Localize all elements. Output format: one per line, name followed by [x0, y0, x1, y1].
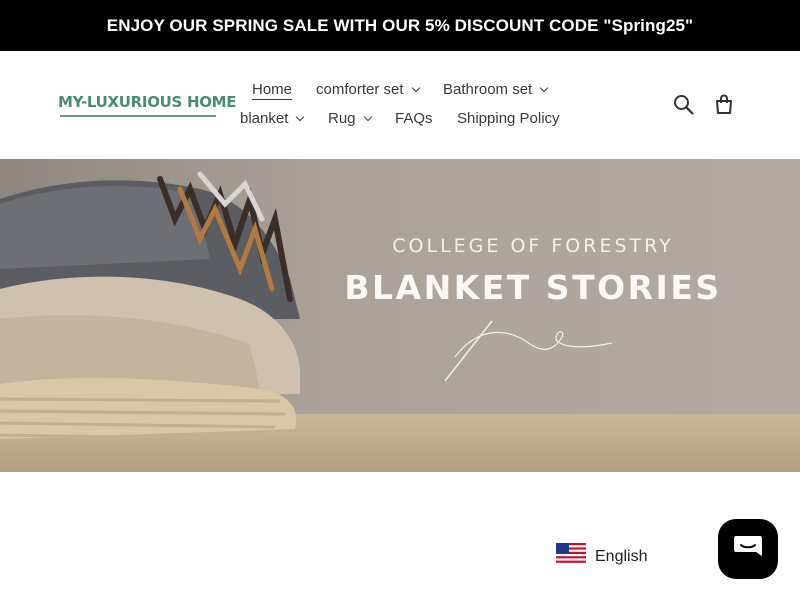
nav-item-label: Rug	[328, 110, 356, 127]
cart-icon[interactable]	[713, 93, 735, 115]
nav-item-label: Home	[252, 81, 293, 100]
search-icon[interactable]	[673, 94, 695, 116]
nav-item-label: comforter set	[316, 81, 404, 98]
nav-item-label: Bathroom set	[443, 81, 533, 98]
hero-title: BLANKET STORIES	[344, 268, 722, 307]
nav-item-rug[interactable]: Rug	[328, 110, 372, 127]
language-selector[interactable]: English	[556, 543, 647, 570]
chevron-down-icon	[363, 112, 372, 122]
chat-button[interactable]	[718, 519, 778, 579]
nav-item-blanket[interactable]: blanket	[240, 110, 305, 127]
language-label: English	[595, 547, 648, 565]
chat-icon	[732, 533, 764, 566]
us-flag-icon	[556, 543, 586, 570]
nav-item-label: FAQs	[395, 110, 433, 127]
hero-banner[interactable]: COLLEGE OF FORESTRY BLANKET STORIES	[0, 159, 800, 472]
hero-image	[0, 159, 800, 472]
announcement-bar: ENJOY OUR SPRING SALE WITH OUR 5% DISCOU…	[0, 0, 800, 51]
announcement-text: ENJOY OUR SPRING SALE WITH OUR 5% DISCOU…	[106, 15, 694, 35]
chevron-down-icon	[411, 83, 420, 93]
nav-item-shipping-policy[interactable]: Shipping Policy	[457, 110, 560, 127]
nav-item-label: blanket	[240, 110, 289, 127]
chevron-down-icon	[539, 83, 549, 93]
site-header: MY-LUXURIOUS HOME Home comforter set Bat…	[0, 51, 800, 159]
nav-item-faqs[interactable]: FAQs	[395, 110, 433, 127]
nav-item-comforter-set[interactable]: comforter set	[316, 81, 420, 98]
nav-item-bathroom-set[interactable]: Bathroom set	[443, 81, 549, 98]
hero-subtitle: COLLEGE OF FORESTRY	[392, 235, 674, 257]
chevron-down-icon	[296, 112, 305, 122]
nav-item-label: Shipping Policy	[457, 110, 560, 127]
nav-item-home[interactable]: Home	[252, 81, 293, 100]
